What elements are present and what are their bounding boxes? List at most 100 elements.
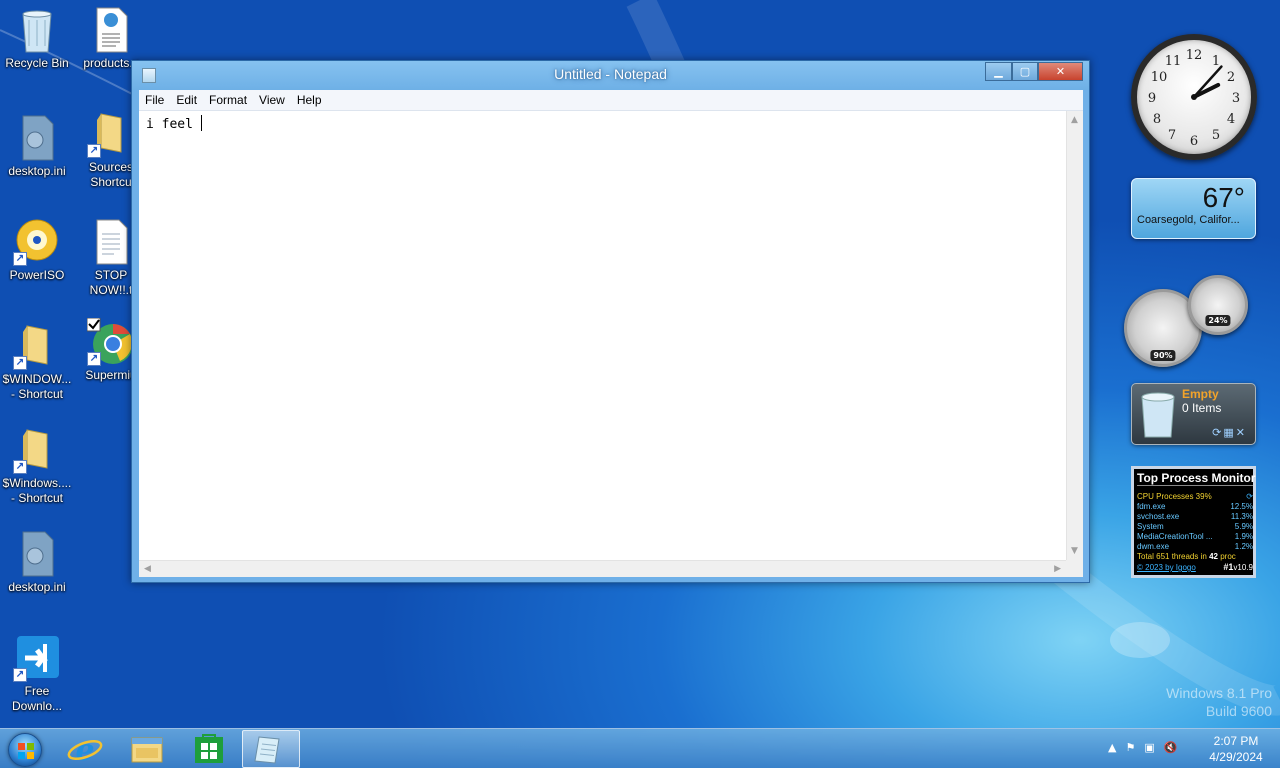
top-process-monitor-gadget[interactable]: Top Process Monitor CPU Processes 39% ⟳ f…	[1131, 466, 1256, 578]
scroll-down-icon[interactable]: ▼	[1071, 546, 1078, 556]
volume-muted-icon[interactable]: 🔇	[1164, 741, 1187, 754]
network-icon[interactable]: ▣	[1144, 741, 1163, 754]
weather-gadget[interactable]: 67° Coarsegold, Califor...	[1131, 178, 1256, 239]
desktop-icon-windows-bt-shortcut[interactable]: ↗ $WINDOW... - Shortcut	[0, 322, 74, 402]
svg-text:1: 1	[1212, 54, 1220, 69]
taskbar-notepad[interactable]	[242, 730, 300, 768]
tpm-total-line: Total 651 threads in 42 proc	[1137, 552, 1253, 561]
folder-icon: ↗	[13, 426, 61, 474]
resize-grip[interactable]	[1066, 560, 1083, 577]
menu-help[interactable]: Help	[291, 90, 328, 110]
menu-view[interactable]: View	[253, 90, 291, 110]
desktop-icon-label: $Windows.... - Shortcut	[2, 476, 72, 505]
recycle-count: 0 Items	[1182, 401, 1222, 415]
store-bag-icon	[195, 734, 223, 763]
desktop-icon-label: desktop.ini	[8, 164, 66, 178]
desktop-icon-free-download-manager[interactable]: ↗ Free Downlo...	[0, 634, 74, 714]
desktop-icon-desktop-ini[interactable]: desktop.ini	[0, 114, 74, 179]
vertical-scrollbar[interactable]: ▲ ▼	[1066, 111, 1083, 560]
taskbar-internet-explorer[interactable]: e	[56, 730, 114, 768]
svg-text:3: 3	[1232, 91, 1240, 106]
tpm-process-name: svchost.exe	[1137, 512, 1180, 521]
refresh-icon[interactable]: ⟳	[1246, 492, 1253, 501]
windows-logo-icon	[18, 743, 34, 759]
ram-percent: 24%	[1205, 315, 1231, 326]
watermark-line-1: Windows 8.1 Pro	[1166, 685, 1272, 701]
svg-text:4: 4	[1227, 112, 1235, 127]
desktop-icon-poweriso[interactable]: ↗ PowerISO	[0, 218, 74, 283]
action-center-flag-icon[interactable]: ⚑	[1125, 741, 1144, 754]
taskbar-file-explorer[interactable]	[118, 730, 176, 768]
recycle-bin-icon	[1141, 392, 1175, 438]
taskbar-time: 2:07 PM	[1213, 734, 1259, 748]
menu-format[interactable]: Format	[203, 90, 253, 110]
os-watermark: Windows 8.1 Pro Build 9600	[1166, 684, 1272, 720]
tpm-credit-link[interactable]: © 2023 by Igogo	[1137, 563, 1196, 572]
tpm-title: Top Process Monitor	[1137, 471, 1256, 486]
desktop-icon-windows-ws-shortcut[interactable]: ↗ $Windows.... - Shortcut	[0, 426, 74, 506]
text-caret	[200, 115, 202, 131]
desktop-icon-desktop-ini-2[interactable]: desktop.ini	[0, 530, 74, 595]
tpm-process-value: 12.5%	[1230, 502, 1253, 511]
clock-face-icon: 12 12 3 4567 8 9 1011	[1148, 48, 1240, 149]
tpm-total-prefix: Total 651 threads in	[1137, 552, 1207, 561]
desktop-icon-label: Free Downlo...	[11, 684, 63, 713]
folder-icon: ↗	[87, 110, 135, 158]
tpm-process-row: System 5.9%	[1137, 522, 1253, 531]
tpm-process-row: MediaCreationTool ... 1.9%	[1137, 532, 1253, 541]
taskbar-date: 4/29/2024	[1209, 750, 1263, 764]
svg-text:5: 5	[1212, 128, 1220, 143]
watermark-line-2: Build 9600	[1205, 703, 1272, 719]
notepad-window[interactable]: Untitled - Notepad ▁ ▢ ✕ File Edit Format V…	[131, 60, 1090, 583]
tpm-version: v10.9	[1233, 563, 1253, 572]
svg-text:9: 9	[1148, 91, 1156, 106]
menu-edit[interactable]: Edit	[170, 90, 203, 110]
desktop-icon-recycle-bin[interactable]: Recycle Bin	[0, 6, 74, 71]
title-bar[interactable]: Untitled - Notepad ▁ ▢ ✕	[132, 61, 1089, 90]
scroll-up-icon[interactable]: ▲	[1071, 115, 1078, 125]
internet-explorer-icon: e	[67, 733, 103, 768]
close-button[interactable]: ✕	[1038, 62, 1083, 81]
notepad-icon	[254, 736, 280, 764]
window-title: Untitled - Notepad	[554, 66, 667, 82]
shortcut-arrow-icon: ↗	[13, 668, 27, 682]
svg-text:10: 10	[1151, 70, 1168, 85]
tpm-process-name: fdm.exe	[1137, 502, 1166, 511]
start-button[interactable]	[8, 733, 42, 767]
tpm-process-value: 1.9%	[1234, 532, 1253, 541]
cpu-percent: 90%	[1150, 350, 1176, 361]
scroll-left-icon[interactable]: ◀	[144, 564, 151, 574]
scroll-right-icon[interactable]: ▶	[1054, 564, 1061, 574]
svg-text:e: e	[75, 733, 94, 768]
tpm-process-row: fdm.exe 12.5%	[1137, 502, 1253, 511]
system-tray: ▲⚑▣🔇	[1108, 741, 1186, 754]
tpm-process-row: dwm.exe 1.2%	[1137, 542, 1253, 551]
tpm-process-name: System	[1137, 522, 1164, 531]
tpm-rank: #1	[1223, 562, 1234, 572]
tpm-process-name: MediaCreationTool ...	[1137, 532, 1213, 541]
taskbar-clock[interactable]: 2:07 PM 4/29/2024	[1200, 733, 1272, 765]
recycle-bin-gadget[interactable]: Empty 0 Items ⟳▦✕	[1131, 383, 1256, 445]
html-file-icon	[87, 6, 135, 54]
recycle-status: Empty	[1182, 387, 1219, 401]
minimize-button[interactable]: ▁	[985, 62, 1012, 81]
svg-text:11: 11	[1165, 54, 1182, 69]
menu-file[interactable]: File	[139, 90, 170, 110]
svg-text:6: 6	[1190, 134, 1198, 149]
taskbar-store[interactable]	[180, 730, 238, 768]
text-editor[interactable]: i feel ▲ ▼ ◀ ▶	[139, 111, 1083, 577]
horizontal-scrollbar[interactable]: ◀ ▶	[139, 560, 1066, 577]
svg-text:7: 7	[1168, 128, 1176, 143]
recycle-tools-icon[interactable]: ⟳▦✕	[1212, 426, 1247, 439]
shortcut-arrow-icon: ↗	[13, 356, 27, 370]
tpm-process-row: svchost.exe 11.3%	[1137, 512, 1253, 521]
text-file-icon	[87, 218, 135, 266]
show-hidden-icons-icon[interactable]: ▲	[1108, 741, 1125, 754]
maximize-button[interactable]: ▢	[1012, 62, 1038, 81]
weather-temperature: 67°	[1202, 182, 1245, 213]
settings-file-icon	[13, 530, 61, 578]
desktop-icon-label: Recycle Bin	[5, 56, 69, 70]
shortcut-arrow-icon: ↗	[13, 252, 27, 266]
clock-gadget[interactable]: 12 1 2 3 4567 8 9 10 11	[1131, 34, 1257, 160]
ram-meter-gauge[interactable]: 24%	[1188, 275, 1248, 335]
